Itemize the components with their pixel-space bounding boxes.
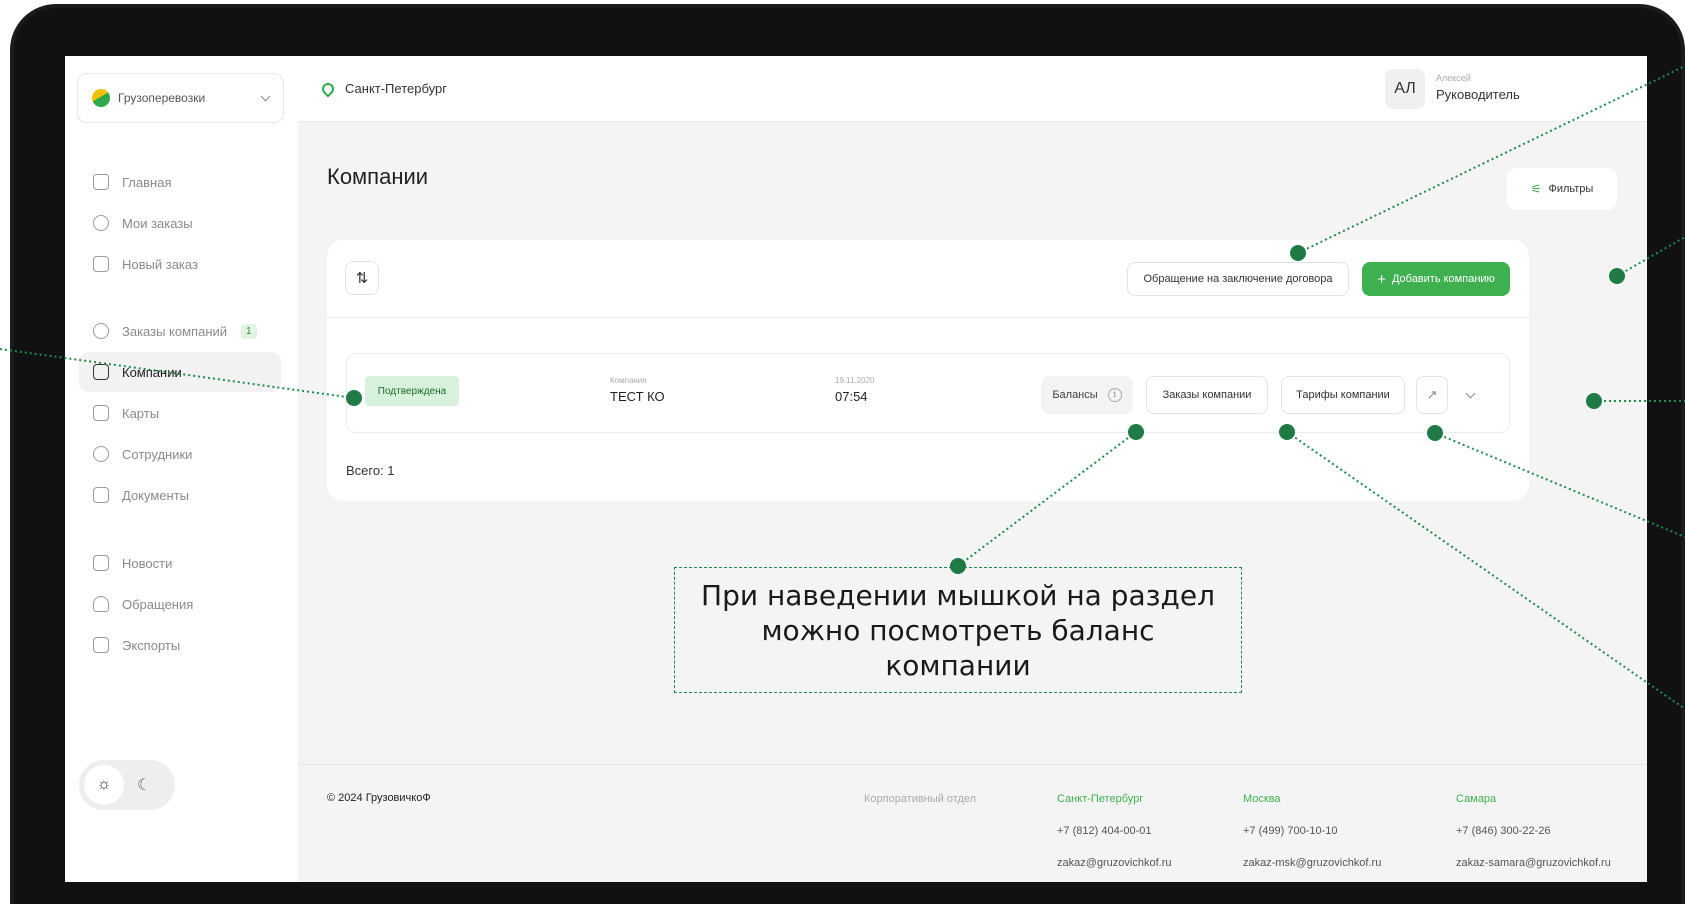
annotation-lines: [0, 65, 1685, 710]
annotation-dot: [1128, 424, 1144, 440]
annotation-dot: [1427, 425, 1443, 441]
annotation-line: [1286, 431, 1685, 710]
annotation-dot: [346, 390, 362, 406]
annotation-line: [1297, 65, 1685, 254]
annotation-dot: [1279, 424, 1295, 440]
annotation-line: [957, 431, 1137, 567]
annotation-dot: [1609, 268, 1625, 284]
annotation-dot: [950, 558, 966, 574]
annotation-line: [1434, 432, 1685, 538]
annotation-dot: [1586, 393, 1602, 409]
annotation-line: [0, 348, 355, 399]
annotation-dot: [1290, 245, 1306, 261]
annotation-line: [1616, 236, 1685, 277]
